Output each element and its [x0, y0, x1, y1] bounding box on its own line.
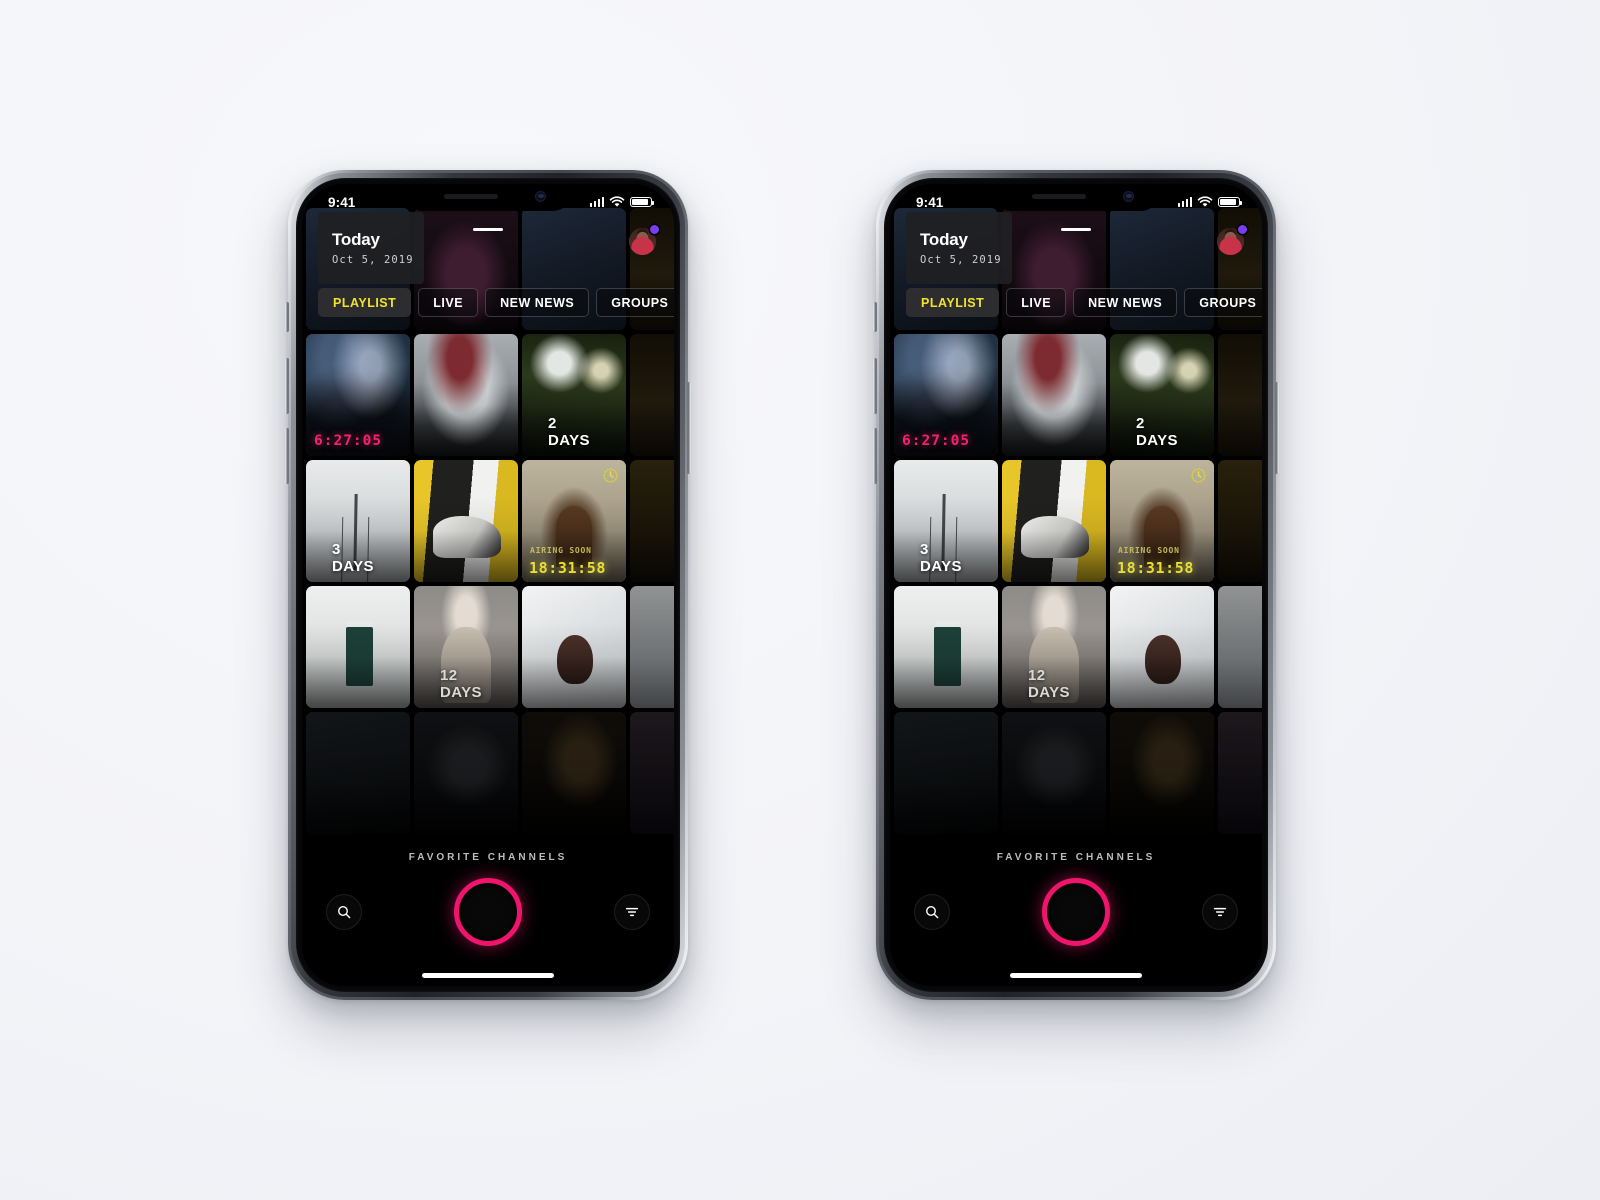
tile-door[interactable]: AIRING SOON 18:31:58 — [1110, 460, 1214, 582]
notification-dot — [1238, 225, 1247, 234]
tile-days-label: 12 DAYS — [1028, 667, 1070, 701]
home-indicator[interactable] — [1010, 973, 1142, 978]
tile-edge-right[interactable] — [1218, 334, 1262, 456]
tile-shrine[interactable] — [306, 586, 410, 708]
front-camera-icon — [535, 191, 546, 202]
tile-joy[interactable] — [1110, 586, 1214, 708]
tile-bottom-2[interactable] — [1002, 712, 1106, 834]
tile-days-label: 2 DAYS — [548, 415, 590, 449]
phone-screen: 6:27:05 2 DAYS 3 DAYS AIRING SOON 18:31:58 12… — [890, 184, 1262, 986]
tile-days-label: 3 DAYS — [920, 541, 962, 575]
drag-handle[interactable] — [473, 228, 503, 231]
tile-bottom-1[interactable] — [894, 712, 998, 834]
power-button[interactable] — [1275, 382, 1279, 474]
tab-new-news[interactable]: NEW NEWS — [485, 288, 590, 317]
tile-edge-right[interactable] — [630, 460, 674, 582]
search-icon[interactable] — [914, 894, 950, 930]
tile-street[interactable] — [1002, 334, 1106, 456]
volume-down-button[interactable] — [285, 428, 289, 484]
airing-countdown: 18:31:58 — [529, 559, 607, 577]
bottom-toolbar: FAVORITE CHANNELS — [302, 826, 674, 986]
phone-mockup-right: 6:27:05 2 DAYS 3 DAYS AIRING SOON 18:31:58 12… — [873, 170, 1279, 1000]
tab-live[interactable]: LIVE — [418, 288, 479, 317]
tile-edge-right[interactable] — [1218, 712, 1262, 834]
tab-bar[interactable]: PLAYLIST LIVE NEW NEWS GROUPS — [318, 288, 674, 317]
tile-joy[interactable] — [522, 586, 626, 708]
tile-edge-right[interactable] — [1218, 460, 1262, 582]
tile-edge-right[interactable] — [1218, 586, 1262, 708]
bottom-toolbar: FAVORITE CHANNELS — [890, 826, 1262, 986]
tab-groups[interactable]: GROUPS — [1184, 288, 1262, 317]
tile-bottom-3[interactable] — [1110, 712, 1214, 834]
tile-sneaker[interactable] — [414, 460, 518, 582]
tile-cafe[interactable]: 2 DAYS — [522, 334, 626, 456]
drag-handle[interactable] — [1061, 228, 1091, 231]
tile-days-label: 12 DAYS — [440, 667, 482, 701]
app-viewport: 6:27:05 2 DAYS 3 DAYS AIRING SOON 18:31:58 12… — [890, 184, 1262, 986]
countdown-timer: 6:27:05 — [902, 433, 971, 449]
phone-mockup-left: 6:27:05 2 DAYS 3 DAYS AIRING SOON 18:31:58 12… — [285, 170, 691, 1000]
earpiece-speaker — [1032, 194, 1086, 199]
tab-bar[interactable]: PLAYLIST LIVE NEW NEWS GROUPS — [906, 288, 1262, 317]
notch — [992, 184, 1160, 211]
filter-icon[interactable] — [1202, 894, 1238, 930]
tab-new-news[interactable]: NEW NEWS — [1073, 288, 1178, 317]
tile-edge-right[interactable] — [630, 334, 674, 456]
tile-bottom-2[interactable] — [414, 712, 518, 834]
current-date: Oct 5, 2019 — [332, 254, 414, 266]
notification-dot — [650, 225, 659, 234]
volume-up-button[interactable] — [873, 358, 877, 414]
clock-icon — [602, 467, 619, 484]
date-card: Today Oct 5, 2019 — [906, 212, 1012, 284]
record-button[interactable] — [454, 878, 522, 946]
tile-tower[interactable]: 3 DAYS — [894, 460, 998, 582]
tile-shrine[interactable] — [894, 586, 998, 708]
countdown-timer: 6:27:05 — [314, 433, 383, 449]
tab-playlist[interactable]: PLAYLIST — [318, 288, 412, 317]
earpiece-speaker — [444, 194, 498, 199]
front-camera-icon — [1123, 191, 1134, 202]
airing-soon-badge: AIRING SOON — [1118, 546, 1180, 555]
power-button[interactable] — [687, 382, 691, 474]
current-date: Oct 5, 2019 — [920, 254, 1002, 266]
clock-icon — [1190, 467, 1207, 484]
tile-model[interactable]: 12 DAYS — [414, 586, 518, 708]
favorite-channels-label: FAVORITE CHANNELS — [408, 852, 568, 863]
phone-screen: 6:27:05 2 DAYS 3 DAYS AIRING SOON 18:31:58 12… — [302, 184, 674, 986]
silent-switch[interactable] — [873, 302, 877, 332]
notch — [404, 184, 572, 211]
tile-days-label: 2 DAYS — [1136, 415, 1178, 449]
silent-switch[interactable] — [285, 302, 289, 332]
tab-groups[interactable]: GROUPS — [596, 288, 674, 317]
app-viewport: 6:27:05 2 DAYS 3 DAYS AIRING SOON 18:31:58 12… — [302, 184, 674, 986]
tile-bottom-1[interactable] — [306, 712, 410, 834]
record-button[interactable] — [1042, 878, 1110, 946]
page-title: Today — [920, 230, 968, 249]
canvas: 6:27:05 2 DAYS 3 DAYS AIRING SOON 18:31:58 12… — [0, 0, 1600, 1200]
tile-galaxy[interactable]: 6:27:05 — [306, 334, 410, 456]
tab-playlist[interactable]: PLAYLIST — [906, 288, 1000, 317]
tile-bottom-3[interactable] — [522, 712, 626, 834]
tab-live[interactable]: LIVE — [1006, 288, 1067, 317]
tile-days-label: 3 DAYS — [332, 541, 374, 575]
tile-street[interactable] — [414, 334, 518, 456]
search-icon[interactable] — [326, 894, 362, 930]
date-card: Today Oct 5, 2019 — [318, 212, 424, 284]
page-title: Today — [332, 230, 380, 249]
volume-down-button[interactable] — [873, 428, 877, 484]
airing-soon-badge: AIRING SOON — [530, 546, 592, 555]
tile-sneaker[interactable] — [1002, 460, 1106, 582]
tile-galaxy[interactable]: 6:27:05 — [894, 334, 998, 456]
airing-countdown: 18:31:58 — [1117, 559, 1195, 577]
tile-edge-right[interactable] — [630, 712, 674, 834]
tile-edge-right[interactable] — [630, 586, 674, 708]
tile-model[interactable]: 12 DAYS — [1002, 586, 1106, 708]
tile-tower[interactable]: 3 DAYS — [306, 460, 410, 582]
home-indicator[interactable] — [422, 973, 554, 978]
volume-up-button[interactable] — [285, 358, 289, 414]
tile-cafe[interactable]: 2 DAYS — [1110, 334, 1214, 456]
favorite-channels-label: FAVORITE CHANNELS — [996, 852, 1156, 863]
tile-door[interactable]: AIRING SOON 18:31:58 — [522, 460, 626, 582]
filter-icon[interactable] — [614, 894, 650, 930]
